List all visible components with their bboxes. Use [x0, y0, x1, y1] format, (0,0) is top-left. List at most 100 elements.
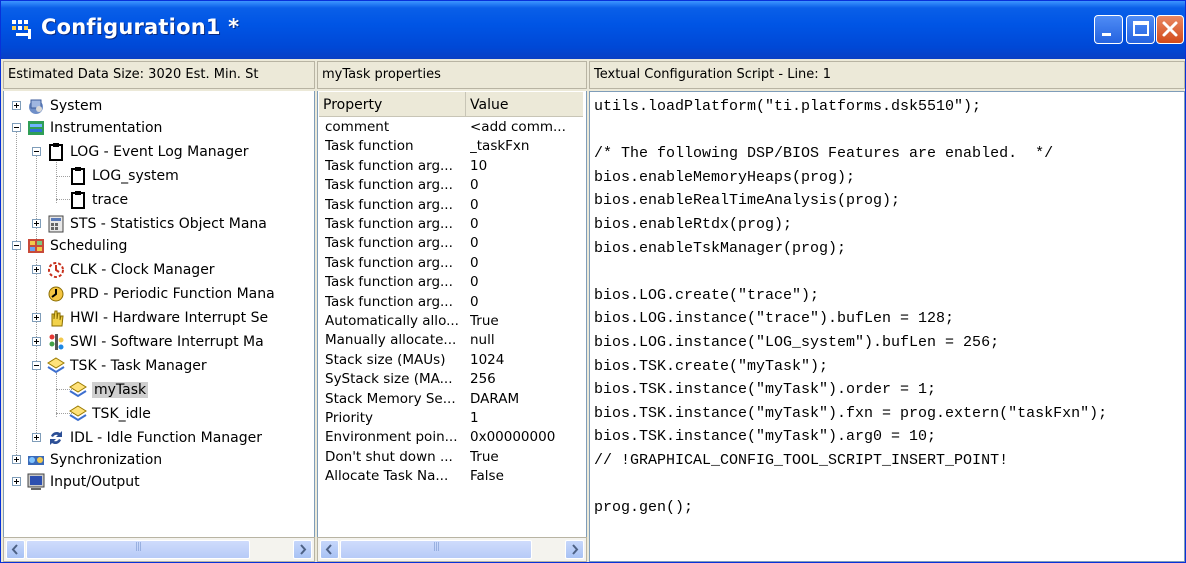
property-value[interactable]: 0 — [470, 216, 582, 232]
tree-item-swi[interactable]: SWI - Software Interrupt Ma — [46, 331, 264, 353]
tree-item-input-output[interactable]: Input/Output — [26, 471, 140, 493]
script-line[interactable]: bios.LOG.create("trace"); — [594, 287, 819, 304]
column-header-value[interactable]: Value — [466, 92, 583, 116]
tree-item-system[interactable]: System — [26, 95, 102, 117]
script-line[interactable]: bios.LOG.instance("trace").bufLen = 128; — [594, 310, 954, 327]
maximize-button[interactable] — [1126, 15, 1155, 44]
property-value[interactable]: DARAM — [470, 391, 582, 407]
property-row[interactable]: Stack Memory Se... DARAM — [318, 391, 584, 410]
script-line[interactable]: // !GRAPHICAL_CONFIG_TOOL_SCRIPT_INSERT_… — [594, 452, 1008, 469]
script-line[interactable]: /* The following DSP/BIOS Features are e… — [594, 145, 1053, 162]
script-line[interactable]: bios.enableRtdx(prog); — [594, 216, 792, 233]
script-line[interactable]: prog.gen(); — [594, 499, 693, 516]
scroll-thumb[interactable] — [340, 540, 532, 559]
module-tree[interactable]: System Instrumentation LOG - Event Log M… — [3, 91, 315, 537]
property-row[interactable]: comment <add comm... — [318, 119, 584, 138]
property-value[interactable]: <add comm... — [470, 119, 582, 135]
property-value[interactable]: 0 — [470, 197, 582, 213]
tree-item-hwi[interactable]: HWI - Hardware Interrupt Se — [46, 307, 268, 329]
property-row[interactable]: Task function arg... 0 — [318, 235, 584, 254]
scroll-left-button[interactable] — [6, 540, 25, 559]
property-row[interactable]: Automatically allo... True — [318, 313, 584, 332]
property-value[interactable]: 0 — [470, 177, 582, 193]
property-value[interactable]: null — [470, 332, 582, 348]
column-header-property[interactable]: Property — [319, 92, 466, 116]
property-value[interactable]: 1024 — [470, 352, 582, 368]
property-value[interactable]: 0 — [470, 294, 582, 310]
property-value[interactable]: 256 — [470, 371, 582, 387]
script-line[interactable]: bios.enableTskManager(prog); — [594, 240, 846, 257]
tree-item-tsk[interactable]: TSK - Task Manager — [46, 355, 207, 377]
property-row[interactable]: Environment poin... 0x00000000 — [318, 429, 584, 448]
script-line[interactable]: bios.TSK.instance("myTask").arg0 = 10; — [594, 428, 936, 445]
tree-item-mytask[interactable]: myTask — [68, 379, 149, 401]
property-value[interactable]: _taskFxn — [470, 138, 582, 154]
expand-system[interactable] — [12, 101, 21, 110]
tree-item-scheduling[interactable]: Scheduling — [26, 235, 127, 257]
scroll-right-button[interactable] — [565, 540, 584, 559]
property-row[interactable]: Priority 1 — [318, 410, 584, 429]
tree-item-idl[interactable]: IDL - Idle Function Manager — [46, 427, 262, 449]
script-line[interactable]: bios.TSK.instance("myTask").fxn = prog.e… — [594, 405, 1107, 422]
collapse-log[interactable] — [32, 147, 41, 156]
tree-item-clk[interactable]: CLK - Clock Manager — [46, 259, 215, 281]
property-value[interactable]: 0 — [470, 235, 582, 251]
script-line[interactable]: utils.loadPlatform("ti.platforms.dsk5510… — [594, 98, 981, 115]
script-line[interactable]: bios.enableMemoryHeaps(prog); — [594, 169, 855, 186]
tree-item-tsk-idle[interactable]: TSK_idle — [68, 403, 151, 425]
tree-item-log-manager[interactable]: LOG - Event Log Manager — [46, 141, 249, 163]
expand-hwi[interactable] — [32, 313, 41, 322]
scroll-right-button[interactable] — [293, 540, 312, 559]
property-row[interactable]: Stack size (MAUs) 1024 — [318, 352, 584, 371]
property-row[interactable]: SyStack size (MA... 256 — [318, 371, 584, 390]
close-button[interactable] — [1156, 15, 1184, 44]
property-value[interactable]: True — [470, 313, 582, 329]
script-line[interactable]: bios.TSK.create("myTask"); — [594, 358, 828, 375]
property-value[interactable]: 0 — [470, 274, 582, 290]
window-title: Configuration1 * — [41, 15, 240, 39]
tree-item-synchronization[interactable]: Synchronization — [26, 449, 162, 471]
expand-swi[interactable] — [32, 337, 41, 346]
tree-item-instrumentation[interactable]: Instrumentation — [26, 117, 162, 139]
property-row[interactable]: Task function arg... 0 — [318, 177, 584, 196]
expand-sts[interactable] — [32, 219, 41, 228]
collapse-scheduling[interactable] — [12, 241, 21, 250]
property-row[interactable]: Task function arg... 0 — [318, 255, 584, 274]
property-value[interactable]: True — [470, 449, 582, 465]
property-value[interactable]: False — [470, 468, 582, 484]
property-value[interactable]: 0x00000000 — [470, 429, 582, 445]
property-value[interactable]: 10 — [470, 158, 582, 174]
tree-item-sts[interactable]: STS - Statistics Object Mana — [46, 213, 267, 235]
properties-horizontal-scrollbar[interactable] — [317, 537, 587, 562]
minimize-button[interactable] — [1094, 15, 1123, 44]
script-editor[interactable]: utils.loadPlatform("ti.platforms.dsk5510… — [589, 91, 1185, 562]
collapse-tsk[interactable] — [32, 361, 41, 370]
collapse-instrumentation[interactable] — [12, 123, 21, 132]
property-row[interactable]: Task function arg... 0 — [318, 216, 584, 235]
tree-item-log-system[interactable]: LOG_system — [68, 165, 179, 187]
scroll-thumb[interactable] — [26, 540, 250, 559]
property-row[interactable]: Allocate Task Na... False — [318, 468, 584, 487]
script-line[interactable]: bios.TSK.instance("myTask").order = 1; — [594, 381, 936, 398]
tree-horizontal-scrollbar[interactable] — [3, 537, 315, 562]
expand-clk[interactable] — [32, 265, 41, 274]
expand-input-output[interactable] — [12, 477, 21, 486]
property-row[interactable]: Manually allocate... null — [318, 332, 584, 351]
property-row[interactable]: Task function arg... 0 — [318, 197, 584, 216]
property-row[interactable]: Task function arg... 0 — [318, 294, 584, 313]
property-row[interactable]: Task function arg... 0 — [318, 274, 584, 293]
tree-item-prd[interactable]: PRD - Periodic Function Mana — [46, 283, 275, 305]
property-value[interactable]: 0 — [470, 255, 582, 271]
tree-item-trace[interactable]: trace — [68, 189, 128, 211]
expand-idl[interactable] — [32, 433, 41, 442]
title-bar[interactable]: Configuration1 * — [1, 1, 1185, 59]
property-row[interactable]: Don't shut down ... True — [318, 449, 584, 468]
script-line[interactable]: bios.enableRealTimeAnalysis(prog); — [594, 192, 900, 209]
expand-synchronization[interactable] — [12, 455, 21, 464]
properties-grid[interactable]: Property Value comment <add comm... Task f… — [317, 91, 587, 537]
script-line[interactable]: bios.LOG.instance("LOG_system").bufLen =… — [594, 334, 999, 351]
property-row[interactable]: Task function _taskFxn — [318, 138, 584, 157]
property-row[interactable]: Task function arg... 10 — [318, 158, 584, 177]
property-value[interactable]: 1 — [470, 410, 582, 426]
scroll-left-button[interactable] — [320, 540, 339, 559]
